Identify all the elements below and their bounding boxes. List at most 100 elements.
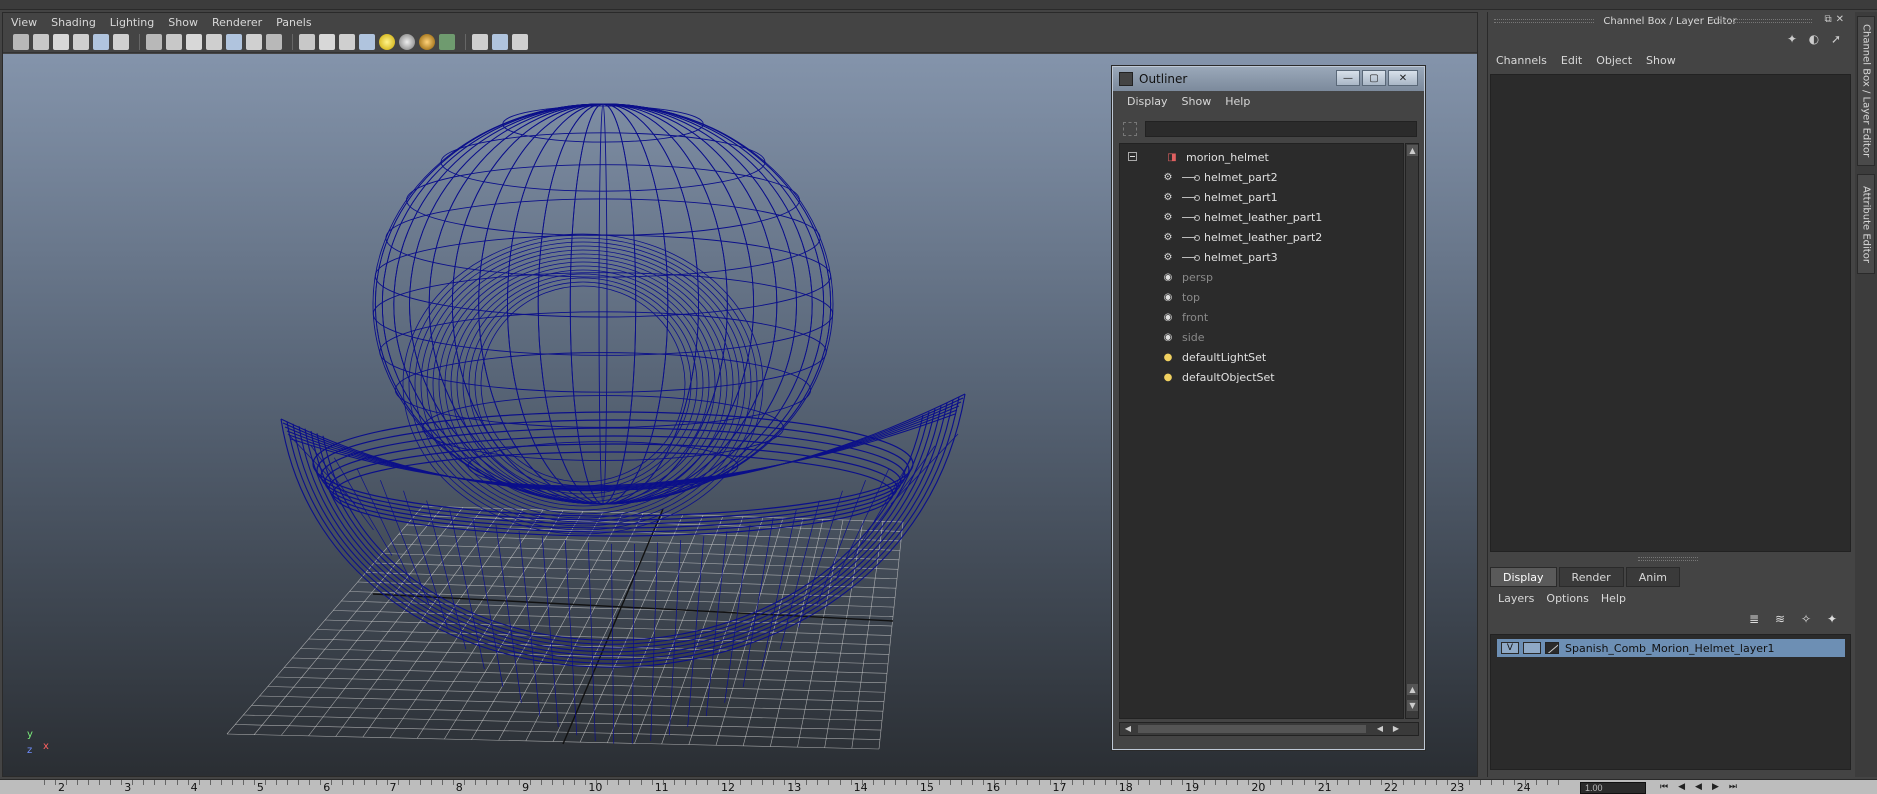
gate-mask-icon[interactable] <box>206 33 222 50</box>
filter-icon[interactable] <box>1123 122 1137 136</box>
manipulator-icon[interactable]: ✦ <box>1784 32 1800 48</box>
2d-pan-icon[interactable] <box>93 33 109 50</box>
camera-attributes-icon[interactable] <box>33 33 49 50</box>
tab-channel-box-layer-editor[interactable]: Channel Box / Layer Editor <box>1857 16 1875 166</box>
tab-anim[interactable]: Anim <box>1625 567 1680 587</box>
safe-title-icon[interactable] <box>266 33 282 50</box>
outliner-item[interactable]: ● defaultObjectSet <box>1160 368 1275 386</box>
ambient-occlusion-icon[interactable] <box>419 33 435 50</box>
viewport-menu-view[interactable]: View <box>11 16 37 29</box>
xray-icon[interactable] <box>472 33 488 50</box>
outliner-item[interactable]: ⚙ helmet_part1 <box>1160 188 1278 206</box>
scroll-up-icon[interactable]: ▲ <box>1407 145 1418 156</box>
outliner-item[interactable]: ⚙ helmet_part2 <box>1160 168 1278 186</box>
channel-box-body[interactable] <box>1490 74 1851 552</box>
viewport-menu-panels[interactable]: Panels <box>276 16 311 29</box>
outliner-menu-help[interactable]: Help <box>1225 95 1250 108</box>
layer-row[interactable]: V Spanish_Comb_Morion_Helmet_layer1 <box>1497 639 1845 657</box>
help-menu[interactable]: Help <box>1601 592 1626 605</box>
wireframe-icon[interactable] <box>299 33 315 50</box>
layer-visibility-toggle[interactable]: V <box>1501 642 1519 654</box>
textured-icon[interactable] <box>359 33 375 50</box>
outliner-item[interactable]: ◉ persp <box>1160 268 1213 286</box>
layer-list[interactable]: V Spanish_Comb_Morion_Helmet_layer1 <box>1490 634 1851 770</box>
grease-pencil-icon[interactable] <box>113 33 129 50</box>
grid-icon[interactable] <box>146 33 162 50</box>
outliner-item[interactable]: ⚙ helmet_part3 <box>1160 248 1278 266</box>
layer-color-swatch[interactable] <box>1545 642 1559 654</box>
new-layer-selected-icon[interactable]: ✦ <box>1822 612 1842 628</box>
show-menu[interactable]: Show <box>1646 54 1676 67</box>
use-all-lights-icon[interactable] <box>379 33 395 50</box>
scroll-left-icon[interactable]: ◀ <box>1122 723 1134 735</box>
layers-menu[interactable]: Layers <box>1498 592 1534 605</box>
camera-select-icon[interactable] <box>13 33 29 50</box>
minimize-button[interactable]: — <box>1336 70 1360 86</box>
outliner-item[interactable]: ⚙ helmet_leather_part1 <box>1160 208 1323 226</box>
isolate-select-icon[interactable] <box>439 33 455 50</box>
scroll-down-icon[interactable]: ▼ <box>1407 700 1418 711</box>
outliner-menu-show[interactable]: Show <box>1182 95 1212 108</box>
panel-float-close-icon[interactable]: ⧉✕ <box>1824 14 1848 25</box>
xray-active-icon[interactable] <box>512 33 528 50</box>
viewport-menu-lighting[interactable]: Lighting <box>110 16 154 29</box>
viewport-menu-show[interactable]: Show <box>168 16 198 29</box>
object-menu[interactable]: Object <box>1596 54 1632 67</box>
outliner-item[interactable]: ◉ side <box>1160 328 1205 346</box>
outliner-list[interactable]: ◨ morion_helmet ⚙ helmet_part2 ⚙ helmet_part1… <box>1119 143 1404 719</box>
channel-box-titlebar[interactable]: Channel Box / Layer Editor ⧉✕ <box>1488 12 1852 30</box>
scroll-up-bottom-icon[interactable]: ▲ <box>1407 684 1418 695</box>
timeline-tick <box>297 780 299 785</box>
collapse-toggle-icon[interactable] <box>1128 152 1137 161</box>
hierarchy-connector <box>1182 174 1200 181</box>
resolution-gate-icon[interactable] <box>186 33 202 50</box>
tab-render[interactable]: Render <box>1558 567 1624 587</box>
scroll-left-end-icon[interactable]: ◀ <box>1374 723 1386 735</box>
speed-icon[interactable]: ◐ <box>1806 32 1822 48</box>
layer-playback-toggle[interactable] <box>1523 642 1541 654</box>
move-layer-up-icon[interactable]: ≣ <box>1744 612 1764 628</box>
options-menu[interactable]: Options <box>1546 592 1588 605</box>
close-button[interactable]: ✕ <box>1388 70 1418 86</box>
shaded-wireframe-icon[interactable] <box>339 33 355 50</box>
outliner-item[interactable]: ● defaultLightSet <box>1160 348 1267 366</box>
new-layer-icon[interactable]: ✧ <box>1796 612 1816 628</box>
channels-menu[interactable]: Channels <box>1496 54 1547 67</box>
playback-controls-icon[interactable]: ⏮◀◀▶⏭ <box>1660 782 1747 792</box>
xray-joints-icon[interactable] <box>492 33 508 50</box>
outliner-item-label: morion_helmet <box>1186 150 1269 164</box>
drag-grip-right[interactable] <box>1712 19 1812 23</box>
outliner-titlebar[interactable]: Outliner — ▢ ✕ <box>1113 67 1424 91</box>
smooth-shade-icon[interactable] <box>319 33 335 50</box>
outliner-item[interactable]: ⚙ helmet_leather_part2 <box>1160 228 1323 246</box>
tab-display[interactable]: Display <box>1490 567 1557 587</box>
timeline-tick <box>1005 780 1007 785</box>
film-gate-icon[interactable] <box>166 33 182 50</box>
outliner-menu-display[interactable]: Display <box>1127 95 1168 108</box>
scroll-thumb[interactable] <box>1138 725 1366 733</box>
safe-action-icon[interactable] <box>246 33 262 50</box>
tab-attribute-editor[interactable]: Attribute Editor <box>1857 174 1875 274</box>
field-chart-icon[interactable] <box>226 33 242 50</box>
timeline-tick <box>651 780 653 785</box>
hyper-icon[interactable]: ➚ <box>1828 32 1844 48</box>
maximize-button[interactable]: ▢ <box>1362 70 1386 86</box>
outliner-item[interactable]: ◉ front <box>1160 308 1209 326</box>
edit-menu[interactable]: Edit <box>1561 54 1582 67</box>
outliner-horizontal-scrollbar[interactable]: ◀ ◀ ▶ <box>1119 722 1419 736</box>
image-plane-icon[interactable] <box>73 33 89 50</box>
shadows-icon[interactable] <box>399 33 415 50</box>
drag-grip[interactable] <box>1494 19 1594 23</box>
current-time-field[interactable] <box>1580 782 1646 794</box>
move-layer-down-icon[interactable]: ≋ <box>1770 612 1790 628</box>
outliner-item[interactable]: ◉ top <box>1160 288 1200 306</box>
viewport-menu-shading[interactable]: Shading <box>51 16 96 29</box>
outliner-item[interactable]: ◨ morion_helmet <box>1160 148 1269 166</box>
outliner-vertical-scrollbar[interactable]: ▲ ▲ ▼ <box>1405 143 1419 719</box>
bookmark-icon[interactable] <box>53 33 69 50</box>
viewport-menu-renderer[interactable]: Renderer <box>212 16 262 29</box>
split-grip[interactable] <box>1638 557 1698 561</box>
scroll-right-icon[interactable]: ▶ <box>1390 723 1402 735</box>
outliner-filter-input[interactable] <box>1145 121 1417 137</box>
time-slider[interactable]: ⏮◀◀▶⏭ 2345678910111213141516171819202122… <box>0 779 1877 794</box>
